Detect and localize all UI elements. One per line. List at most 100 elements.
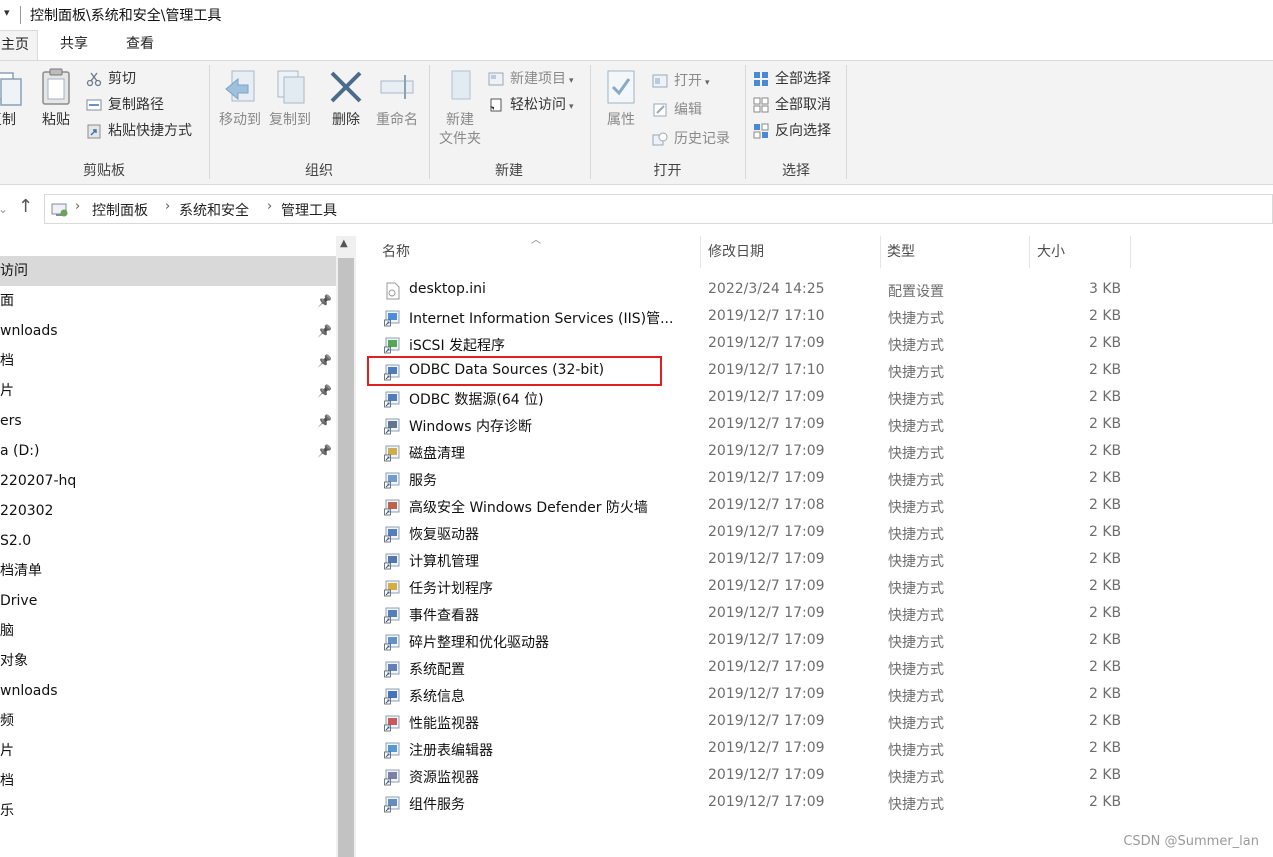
rename-button[interactable]: 重命名 [370,67,424,130]
column-header-name[interactable]: 名称 [382,236,410,268]
new-item-button[interactable]: 新建项目 ▾ [488,67,574,91]
file-row[interactable]: 资源监视器 2019/12/7 17:09 快捷方式 2 KB [356,763,1273,790]
column-divider[interactable] [700,236,701,268]
file-row[interactable]: ODBC Data Sources (32-bit) 2019/12/7 17:1… [356,358,1273,385]
new-folder-button[interactable]: 新建 文件夹 [434,67,486,149]
file-type: 快捷方式 [888,392,944,408]
nav-item[interactable]: 面 📌 [0,286,336,316]
properties-button[interactable]: 属性 [601,67,641,130]
column-divider[interactable] [880,236,881,268]
file-row[interactable]: 系统信息 2019/12/7 17:09 快捷方式 2 KB [356,682,1273,709]
nav-item[interactable]: wnloads 📌 [0,316,336,346]
pin-icon[interactable]: 📌 [317,346,332,376]
column-header-type[interactable]: 类型 [887,236,915,268]
nav-item[interactable]: 片 [0,736,336,766]
select-all-button[interactable]: 全部选择 [753,67,831,91]
scroll-up-icon[interactable]: ▲ [340,238,348,249]
breadcrumb-system-security[interactable]: 系统和安全 [179,200,249,220]
pin-icon[interactable]: 📌 [317,316,332,346]
file-row[interactable]: 组件服务 2019/12/7 17:09 快捷方式 2 KB [356,790,1273,817]
copy-button[interactable]: 复制 [0,67,26,130]
nav-item[interactable]: 220302 [0,496,336,526]
copy-to-button[interactable]: 复制到 [266,67,314,130]
file-row[interactable]: 任务计划程序 2019/12/7 17:09 快捷方式 2 KB [356,574,1273,601]
breadcrumb-admin-tools[interactable]: 管理工具 [281,200,337,220]
nav-item[interactable]: 档清单 [0,556,336,586]
file-row[interactable]: Windows 内存诊断 2019/12/7 17:09 快捷方式 2 KB [356,412,1273,439]
file-row[interactable]: 计算机管理 2019/12/7 17:09 快捷方式 2 KB [356,547,1273,574]
file-size: 2 KB [1089,767,1122,783]
navigation-scrollbar[interactable]: ▲ [336,236,356,857]
easy-access-button[interactable]: 轻松访问 ▾ [488,93,574,117]
history-button[interactable]: 历史记录 [652,127,730,151]
file-row[interactable]: 事件查看器 2019/12/7 17:09 快捷方式 2 KB [356,601,1273,628]
up-arrow-icon[interactable]: ↑ [18,196,33,217]
nav-item[interactable]: 对象 [0,646,336,676]
invert-selection-button[interactable]: 反向选择 [753,119,831,143]
paste-button[interactable]: 粘贴 [38,67,74,130]
select-none-button[interactable]: 全部取消 [753,93,831,117]
nav-item[interactable]: ers 📌 [0,406,336,436]
disk-cleanup-icon [384,445,400,462]
address-bar[interactable]: › 控制面板 › 系统和安全 › 管理工具 [44,194,1273,224]
nav-item[interactable]: 片 📌 [0,376,336,406]
nav-item[interactable]: 访问 [0,256,336,286]
file-row[interactable]: 恢复驱动器 2019/12/7 17:09 快捷方式 2 KB [356,520,1273,547]
scrollbar-thumb[interactable] [338,258,354,857]
file-date: 2019/12/7 17:09 [708,659,825,675]
file-row[interactable]: 系统配置 2019/12/7 17:09 快捷方式 2 KB [356,655,1273,682]
file-size: 2 KB [1089,470,1122,486]
open-button[interactable]: 打开 ▾ [652,69,710,93]
file-row[interactable]: 服务 2019/12/7 17:09 快捷方式 2 KB [356,466,1273,493]
file-row[interactable]: iSCSI 发起程序 2019/12/7 17:09 快捷方式 2 KB [356,331,1273,358]
nav-item[interactable]: 档 📌 [0,346,336,376]
move-to-button[interactable]: 移动到 [216,67,264,130]
column-divider[interactable] [1130,236,1131,268]
file-type: 快捷方式 [888,446,944,462]
copy-path-icon [86,99,102,111]
pin-icon[interactable]: 📌 [317,376,332,406]
cut-button[interactable]: 剪切 [86,67,136,91]
column-header-date[interactable]: 修改日期 [708,236,764,268]
nav-item[interactable]: S2.0 [0,526,336,556]
nav-item[interactable]: 脑 [0,616,336,646]
paste-shortcut-button[interactable]: 粘贴快捷方式 [86,119,192,143]
delete-button[interactable]: 删除 [324,67,368,130]
file-row[interactable]: ODBC 数据源(64 位) 2019/12/7 17:09 快捷方式 2 KB [356,385,1273,412]
nav-item[interactable]: 频 [0,706,336,736]
tab-view[interactable]: 查看 [118,30,162,60]
pin-icon[interactable]: 📌 [317,436,332,466]
file-row[interactable]: 性能监视器 2019/12/7 17:09 快捷方式 2 KB [356,709,1273,736]
file-type: 快捷方式 [888,662,944,678]
tab-share[interactable]: 共享 [52,30,96,60]
file-row[interactable]: desktop.ini 2022/3/24 14:25 配置设置 3 KB [356,277,1273,304]
file-date: 2019/12/7 17:09 [708,578,825,594]
file-row[interactable]: 高级安全 Windows Defender 防火墙 2019/12/7 17:08… [356,493,1273,520]
column-header-size[interactable]: 大小 [1037,236,1065,268]
copy-path-button[interactable]: 复制路径 [86,93,164,117]
services-icon [384,472,400,489]
column-divider[interactable] [1029,236,1030,268]
edit-button[interactable]: 编辑 [652,98,702,122]
pin-icon[interactable]: 📌 [317,286,332,316]
file-row[interactable]: Internet Information Services (IIS)管... 2… [356,304,1273,331]
nav-item[interactable]: 档 [0,766,336,796]
recent-dropdown-icon[interactable]: ⌄ [0,202,8,216]
nav-item[interactable]: wnloads [0,676,336,706]
nav-item[interactable]: 220207-hq [0,466,336,496]
file-row[interactable]: 注册表编辑器 2019/12/7 17:09 快捷方式 2 KB [356,736,1273,763]
nav-item[interactable]: 乐 [0,796,336,826]
quick-access-dropdown-icon[interactable]: ▾ [4,6,10,19]
file-size: 2 KB [1089,308,1122,324]
nav-item[interactable]: a (D:) 📌 [0,436,336,466]
file-row[interactable]: 碎片整理和优化驱动器 2019/12/7 17:09 快捷方式 2 KB [356,628,1273,655]
file-row[interactable]: 磁盘清理 2019/12/7 17:09 快捷方式 2 KB [356,439,1273,466]
breadcrumb-control-panel[interactable]: 控制面板 [92,200,148,220]
select-none-icon [753,97,769,113]
pin-icon[interactable]: 📌 [317,406,332,436]
nav-item-label: 频 [0,713,14,729]
nav-item[interactable]: Drive [0,586,336,616]
nav-item-label: 片 [0,383,14,399]
tab-home[interactable]: 主页 [0,30,38,60]
file-date: 2022/3/24 14:25 [708,281,825,297]
